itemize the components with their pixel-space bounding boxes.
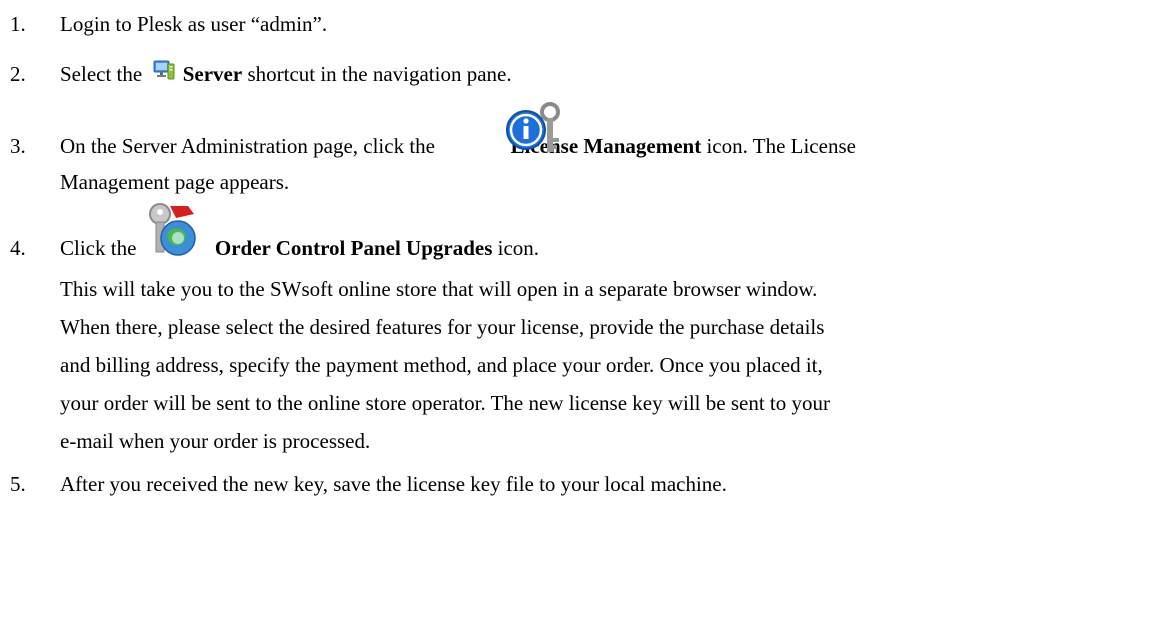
step-text-after: icon. The License [706,134,856,158]
paragraph-line: e-mail when your order is processed. [60,429,371,453]
server-icon [152,58,176,82]
step-text: On the Server Administration page, click… [60,136,856,157]
license-management-icon [504,100,570,158]
order-upgrades-label: Order Control Panel Upgrades [214,236,493,260]
step-text: After you received the new key, save the… [60,472,727,496]
step-number: 2. [10,62,26,86]
step-number: 4. [10,236,26,260]
step-text-before: Click the [60,236,137,260]
step-number: 3. [10,134,26,158]
step-text-after: icon. [497,236,540,260]
step-text: Click the Order Control Panel Upgrades i… [60,238,539,259]
paragraph-line: and billing address, specify the payment… [60,353,823,377]
paragraph-line: When there, please select the desired fe… [60,315,825,339]
step-text: Select the Server shortcut in the naviga… [60,64,512,85]
step-text-before: On the Server Administration page, click… [60,134,435,158]
step-number: 1. [10,12,26,36]
step-text-before: Select the [60,62,143,86]
step-text: Login to Plesk as user “admin”. [60,12,328,36]
step-number: 5. [10,472,26,496]
paragraph-line: your order will be sent to the online st… [60,391,830,415]
order-upgrades-icon [140,198,202,260]
paragraph-line: This will take you to the SWsoft online … [60,277,818,301]
server-label: Server [182,62,243,86]
step-text-after: shortcut in the navigation pane. [247,62,512,86]
step-text-line2: Management page appears. [60,170,290,194]
